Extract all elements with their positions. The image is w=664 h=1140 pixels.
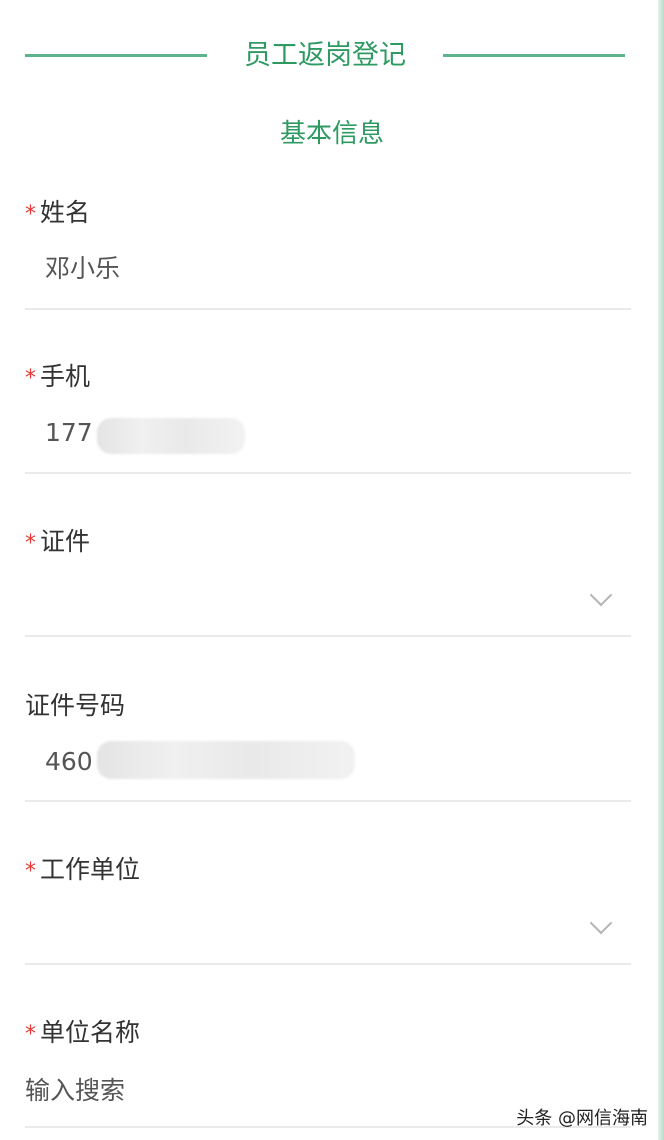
redaction-blur — [97, 741, 355, 779]
required-marker: * — [25, 366, 36, 391]
required-marker: * — [25, 859, 36, 884]
name-input[interactable]: 邓小乐 — [45, 252, 120, 286]
name-field[interactable]: * 姓名 邓小乐 — [25, 196, 631, 312]
id-number-label: 证件号码 — [25, 691, 126, 720]
id-type-underline — [25, 635, 631, 637]
phone-label: * 手机 — [25, 362, 91, 391]
work-unit-underline — [25, 963, 631, 965]
section-title: 基本信息 — [279, 119, 384, 149]
phone-underline — [25, 472, 631, 474]
title-line-right — [443, 54, 625, 57]
form-header: 员工返岗登记 — [25, 36, 625, 76]
id-number-input[interactable]: 460 — [45, 745, 93, 779]
unit-name-label: * 单位名称 — [25, 1018, 141, 1047]
required-marker: * — [25, 1022, 36, 1047]
phone-field[interactable]: * 手机 177 — [25, 360, 631, 476]
work-unit-label: * 工作单位 — [25, 855, 141, 884]
name-label: * 姓名 — [25, 198, 91, 227]
work-unit-field[interactable]: * 工作单位 — [25, 853, 631, 967]
chevron-down-icon[interactable] — [589, 911, 613, 935]
watermark: 头条 @网信海南 — [516, 1108, 648, 1129]
id-number-underline — [25, 800, 631, 802]
name-underline — [25, 308, 631, 310]
phone-input[interactable]: 177 — [45, 416, 93, 450]
redaction-blur — [97, 418, 245, 454]
id-type-field[interactable]: * 证件 — [25, 525, 631, 639]
right-edge-border — [658, 0, 664, 1140]
id-number-field[interactable]: 证件号码 460 — [25, 689, 631, 805]
unit-name-search-input[interactable]: 输入搜索 — [25, 1074, 125, 1108]
chevron-down-icon[interactable] — [589, 583, 613, 607]
id-type-label: * 证件 — [25, 527, 91, 556]
required-marker: * — [25, 202, 36, 227]
required-marker: * — [25, 531, 36, 556]
